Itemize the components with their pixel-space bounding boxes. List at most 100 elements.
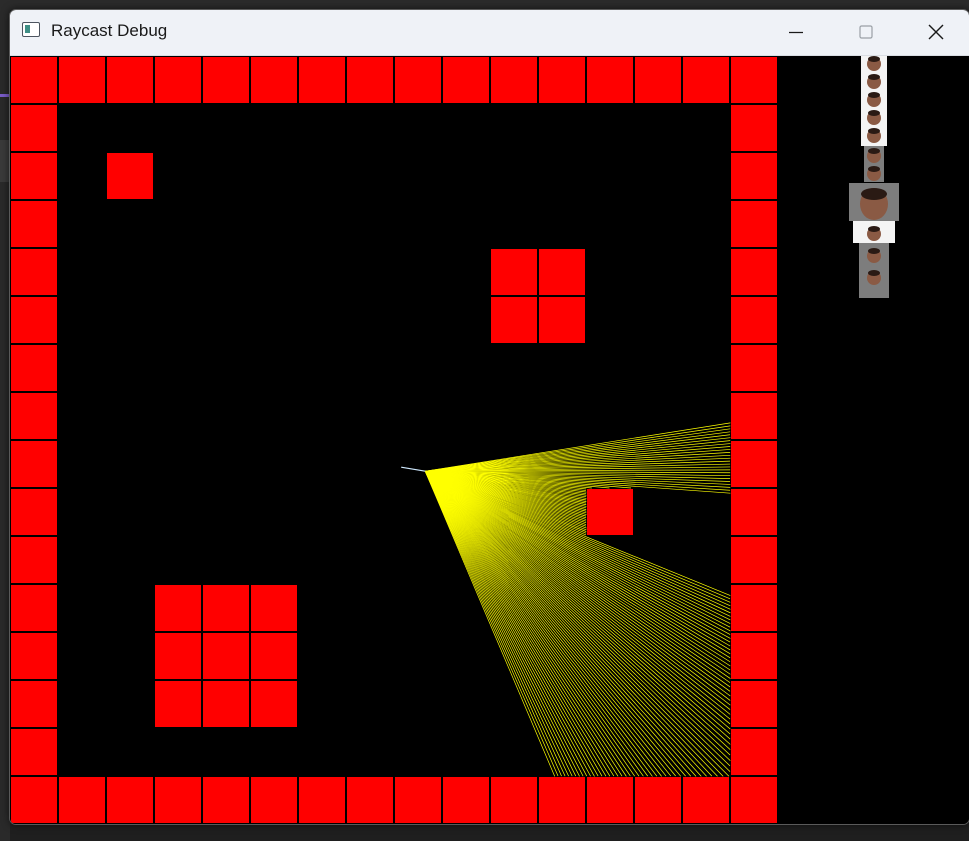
wall-tile: [251, 585, 297, 631]
wall-tile: [11, 105, 57, 151]
ray-line: [424, 470, 731, 730]
render-viewport[interactable]: [10, 56, 969, 824]
wall-tile: [251, 57, 297, 103]
wall-tile: [731, 201, 777, 247]
ray-line: [424, 471, 603, 777]
window-title: Raycast Debug: [51, 21, 168, 40]
wall-tile: [299, 57, 345, 103]
face-hair-icon: [868, 92, 880, 98]
wall-tile: [155, 777, 201, 823]
ray-line: [425, 470, 731, 651]
wall-tile: [635, 57, 681, 103]
wall-tile: [443, 57, 489, 103]
wall-tile: [59, 777, 105, 823]
wall-tile: [11, 153, 57, 199]
wall-tile: [731, 441, 777, 487]
wall-tile: [11, 345, 57, 391]
wall-tile: [203, 57, 249, 103]
wall-tile: [155, 585, 201, 631]
ray-line: [424, 470, 697, 777]
wall-tile: [395, 777, 441, 823]
wall-tile: [683, 777, 729, 823]
wall-tile: [731, 585, 777, 631]
ray-line: [425, 470, 731, 628]
minimize-button[interactable]: [765, 10, 827, 55]
face-hair-icon: [868, 148, 880, 154]
ray-line: [425, 470, 731, 647]
minimize-icon: [789, 31, 803, 34]
wall-tile: [203, 585, 249, 631]
ray-line: [424, 470, 724, 777]
wall-tile: [491, 297, 537, 343]
wall-tile: [347, 777, 393, 823]
wall-tile: [491, 777, 537, 823]
ray-line: [424, 470, 731, 720]
face-hair-icon: [861, 188, 887, 200]
wall-tile: [11, 441, 57, 487]
title-bar[interactable]: Raycast Debug: [10, 10, 969, 56]
face-hair-icon: [868, 110, 880, 116]
wall-tile: [11, 633, 57, 679]
close-button[interactable]: [905, 10, 967, 55]
wall-tile: [731, 537, 777, 583]
wall-tile: [491, 57, 537, 103]
wall-tile: [731, 489, 777, 535]
window-app-icon: [22, 22, 40, 37]
ray-line: [424, 471, 580, 777]
wall-tile: [395, 57, 441, 103]
wall-tile: [587, 489, 633, 535]
wall-tile: [251, 777, 297, 823]
wall-tile: [11, 393, 57, 439]
wall-tile: [11, 297, 57, 343]
wall-tile: [11, 777, 57, 823]
wall-tile: [11, 537, 57, 583]
wall-tile: [203, 681, 249, 727]
wall-grid: [11, 57, 777, 823]
wall-tile: [539, 57, 585, 103]
wall-tile: [11, 729, 57, 775]
wall-tile: [731, 105, 777, 151]
wall-tile: [155, 681, 201, 727]
ray-line: [424, 470, 731, 740]
wall-tile: [683, 57, 729, 103]
wall-tile: [11, 585, 57, 631]
wall-tile: [347, 57, 393, 103]
face-hair-icon: [868, 128, 880, 134]
face-hair-icon: [868, 166, 880, 172]
face-hair-icon: [868, 270, 880, 276]
wall-tile: [731, 681, 777, 727]
maximize-button[interactable]: [835, 10, 897, 55]
wall-tile: [539, 249, 585, 295]
ray-line: [425, 440, 731, 472]
raycast-scene: [11, 56, 899, 823]
wall-tile: [539, 297, 585, 343]
wall-tile: [59, 57, 105, 103]
ray-line: [425, 470, 731, 679]
wall-tile: [443, 777, 489, 823]
wall-tile: [107, 777, 153, 823]
face-hair-icon: [868, 248, 880, 254]
face-hair-icon: [868, 56, 880, 62]
sprite-preview: [849, 56, 899, 298]
ray-line: [425, 452, 731, 472]
close-icon: [928, 24, 944, 40]
wall-tile: [203, 777, 249, 823]
wall-tile: [731, 633, 777, 679]
wall-tile: [731, 153, 777, 199]
wall-tile: [11, 201, 57, 247]
wall-tile: [635, 777, 681, 823]
wall-tile: [203, 633, 249, 679]
ray-line: [424, 470, 731, 710]
maximize-icon: [859, 25, 873, 39]
wall-tile: [731, 777, 777, 823]
wall-tile: [11, 489, 57, 535]
wall-tile: [11, 249, 57, 295]
wall-tile: [491, 249, 537, 295]
wall-tile: [299, 777, 345, 823]
ray-line: [424, 470, 731, 697]
ray-line: [425, 422, 731, 472]
wall-tile: [155, 57, 201, 103]
wall-tile: [11, 681, 57, 727]
wall-tile: [731, 729, 777, 775]
wall-tile: [251, 681, 297, 727]
